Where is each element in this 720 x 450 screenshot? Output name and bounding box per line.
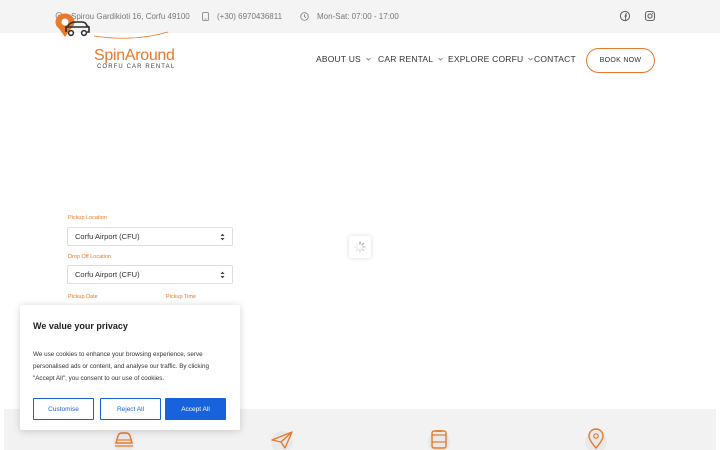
bus-icon <box>428 430 450 450</box>
hours-text: Mon-Sat: 07:00 - 17:00 <box>317 12 399 21</box>
loading-spinner <box>349 236 371 258</box>
spinaround-logo[interactable] <box>54 12 184 44</box>
cookie-message: We use cookies to enhance your browsing … <box>33 351 209 382</box>
chevron-down-icon <box>366 57 371 61</box>
nav-explore-corfu[interactable]: EXPLORE CORFU <box>448 54 534 64</box>
spinner-icon <box>354 241 366 253</box>
phone-icon <box>202 12 209 21</box>
book-now-button[interactable]: BOOK NOW <box>586 48 655 73</box>
pickup-time-label: Pickup Time <box>166 294 196 300</box>
nav-car-rental-label: CAR RENTAL <box>378 54 434 64</box>
customise-button[interactable]: Customise <box>33 398 94 420</box>
pickup-date-label: Pickup Date <box>68 294 98 300</box>
nav-contact[interactable]: CONTACT <box>534 54 576 64</box>
brand-tagline: CORFU CAR RENTAL <box>97 64 176 70</box>
accept-all-button[interactable]: Accept All <box>165 398 226 420</box>
nav-about-us-label: ABOUT US <box>316 54 361 64</box>
instagram-icon[interactable] <box>644 10 656 22</box>
chevron-down-icon <box>528 57 534 61</box>
dropoff-location-select[interactable]: Corfu Airport (CFU) <box>67 265 233 284</box>
facebook-icon[interactable] <box>619 10 631 22</box>
nav-contact-label: CONTACT <box>534 54 576 64</box>
clock-icon <box>300 12 309 21</box>
chevron-down-icon <box>438 57 444 61</box>
cookie-title: We value your privacy <box>33 321 128 331</box>
phone-text[interactable]: (+30) 6970436811 <box>217 12 282 21</box>
brand-name[interactable]: SpinAround <box>94 47 175 65</box>
dropoff-location-value: Corfu Airport (CFU) <box>75 270 140 279</box>
nav-about-us[interactable]: ABOUT US <box>316 54 371 64</box>
paper-plane-icon <box>271 431 293 450</box>
select-arrows-icon <box>220 233 225 241</box>
dropoff-location-label: Drop Off Location <box>68 254 112 260</box>
map-pin-icon <box>585 428 607 450</box>
phone-info[interactable]: (+30) 6970436811 <box>202 0 282 33</box>
nav-explore-corfu-label: EXPLORE CORFU <box>448 54 524 64</box>
car-icon <box>113 431 135 450</box>
pickup-location-label: Pickup Location <box>68 215 107 221</box>
pickup-location-select[interactable]: Corfu Airport (CFU) <box>67 227 233 246</box>
hours-info: Mon-Sat: 07:00 - 17:00 <box>300 0 399 33</box>
nav-car-rental[interactable]: CAR RENTAL <box>378 54 444 64</box>
cookie-consent-banner: We value your privacy We use cookies to … <box>20 305 240 430</box>
select-arrows-icon <box>220 271 225 279</box>
pickup-location-value: Corfu Airport (CFU) <box>75 232 140 241</box>
reject-all-button[interactable]: Reject All <box>100 398 161 420</box>
